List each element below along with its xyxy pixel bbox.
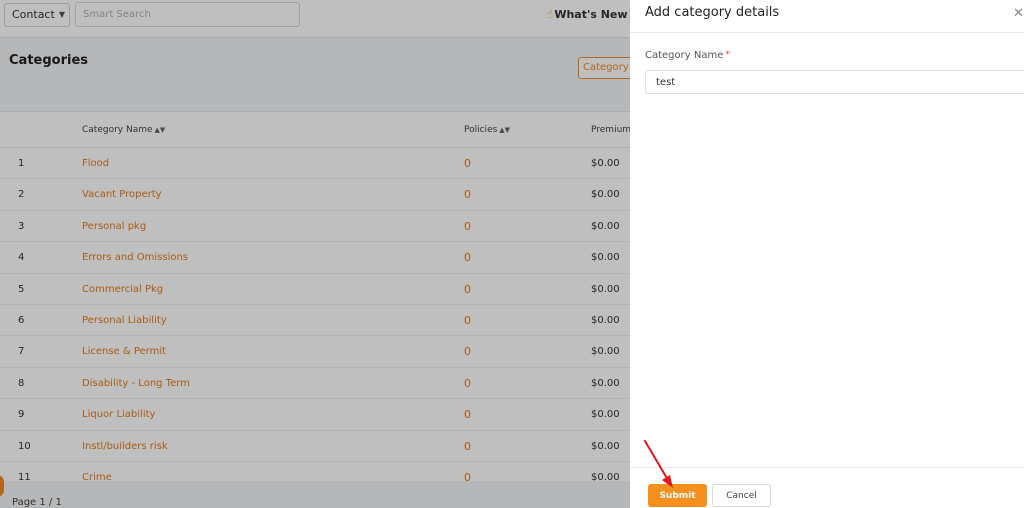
category-name-label: Category Name *	[645, 50, 730, 61]
category-name-input[interactable]	[645, 70, 1024, 94]
panel-header: Add category details ✕	[630, 0, 1024, 33]
add-category-panel: Add category details ✕ Category Name* Su…	[630, 0, 1024, 508]
panel-footer: Submit Cancel	[630, 467, 1024, 508]
submit-button[interactable]: Submit	[648, 484, 707, 507]
panel-title: Add category details	[645, 5, 780, 20]
required-mark: *	[725, 50, 730, 60]
close-icon[interactable]: ✕	[1013, 6, 1024, 21]
category-name-label-text: Category Name	[645, 50, 724, 61]
cancel-button[interactable]: Cancel	[712, 484, 771, 507]
